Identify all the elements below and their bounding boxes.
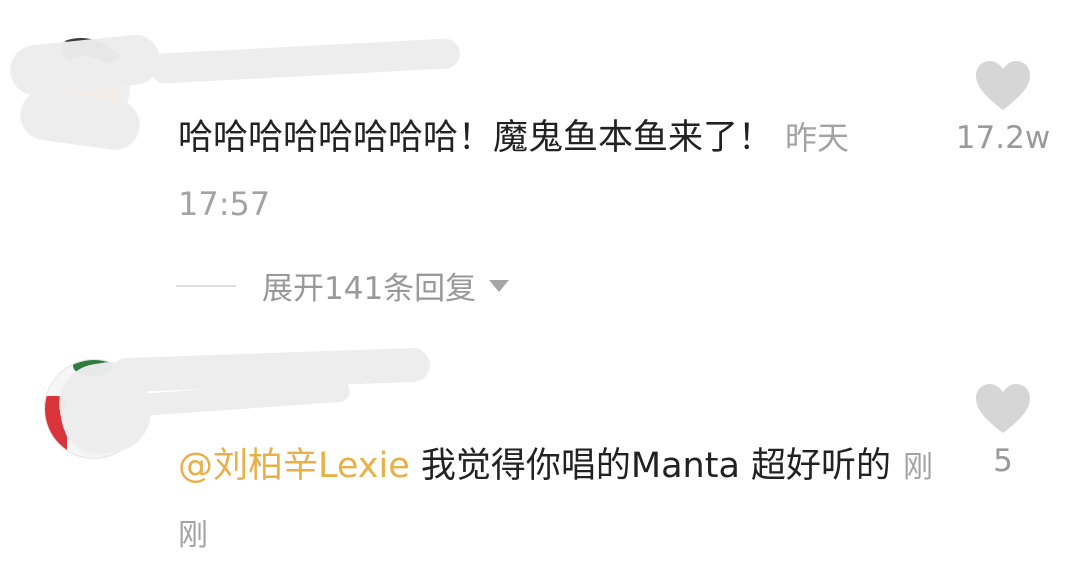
mention-link[interactable]: @刘柏辛Lexie [178, 446, 410, 486]
comment-body: 我觉得你唱的Manta 超好听的 [409, 446, 892, 486]
heart-icon [976, 384, 1030, 433]
like-count: 17.2w [955, 120, 1051, 156]
comment-body: 哈哈哈哈哈哈哈哈！魔鬼鱼本鱼来了！ [178, 118, 774, 158]
comment-text: @刘柏辛Lexie 我觉得你唱的Manta 超好听的 刚刚 [178, 433, 958, 569]
like-button[interactable]: 5 [943, 383, 1063, 479]
divider [176, 284, 236, 287]
expand-replies-label: 展开141条回复 [262, 271, 477, 307]
expand-replies-button[interactable]: 展开141条回复 [176, 263, 510, 308]
like-button[interactable]: 17.2w [943, 60, 1063, 156]
like-count: 5 [993, 443, 1013, 479]
comment-text: 哈哈哈哈哈哈哈哈！魔鬼鱼本鱼来了！ 昨天17:57 [178, 105, 878, 237]
redaction-mark [149, 37, 461, 85]
comment-item: 哈哈哈哈哈哈哈哈！魔鬼鱼本鱼来了！ 昨天17:57 17.2w 展开141条回复 [0, 0, 1076, 330]
triangle-down-icon [489, 279, 510, 292]
comment-item: @刘柏辛Lexie 我觉得你唱的Manta 超好听的 刚刚 5 [0, 335, 1076, 563]
redaction-mark [7, 32, 163, 98]
heart-icon [976, 61, 1030, 110]
